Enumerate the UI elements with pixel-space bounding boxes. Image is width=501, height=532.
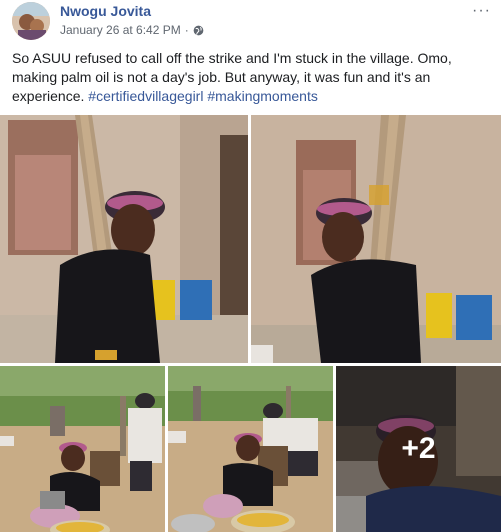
photo-1[interactable] [0, 115, 248, 363]
photo-5-more[interactable]: +2 [336, 366, 501, 532]
hashtag-link[interactable]: #makingmoments [207, 88, 318, 104]
photo-4[interactable] [168, 366, 333, 532]
avatar[interactable] [12, 2, 50, 40]
ellipsis-icon[interactable]: ··· [472, 2, 491, 20]
hashtag-link[interactable]: #certifiedvillagegirl [88, 88, 203, 104]
post-header: Nwogu Jovita January 26 at 6:42 PM · ··· [0, 0, 501, 42]
photo-2[interactable] [251, 115, 501, 363]
post-text: So ASUU refused to call off the strike a… [12, 49, 490, 106]
meta-separator: · [184, 23, 189, 37]
globe-icon[interactable] [193, 25, 204, 36]
author-name[interactable]: Nwogu Jovita [60, 3, 151, 19]
more-photos-count: +2 [401, 432, 436, 465]
post-meta: January 26 at 6:42 PM · [60, 23, 204, 37]
more-photos-overlay[interactable]: +2 [336, 366, 501, 532]
photo-3[interactable] [0, 366, 165, 532]
post-timestamp[interactable]: January 26 at 6:42 PM [60, 23, 181, 37]
